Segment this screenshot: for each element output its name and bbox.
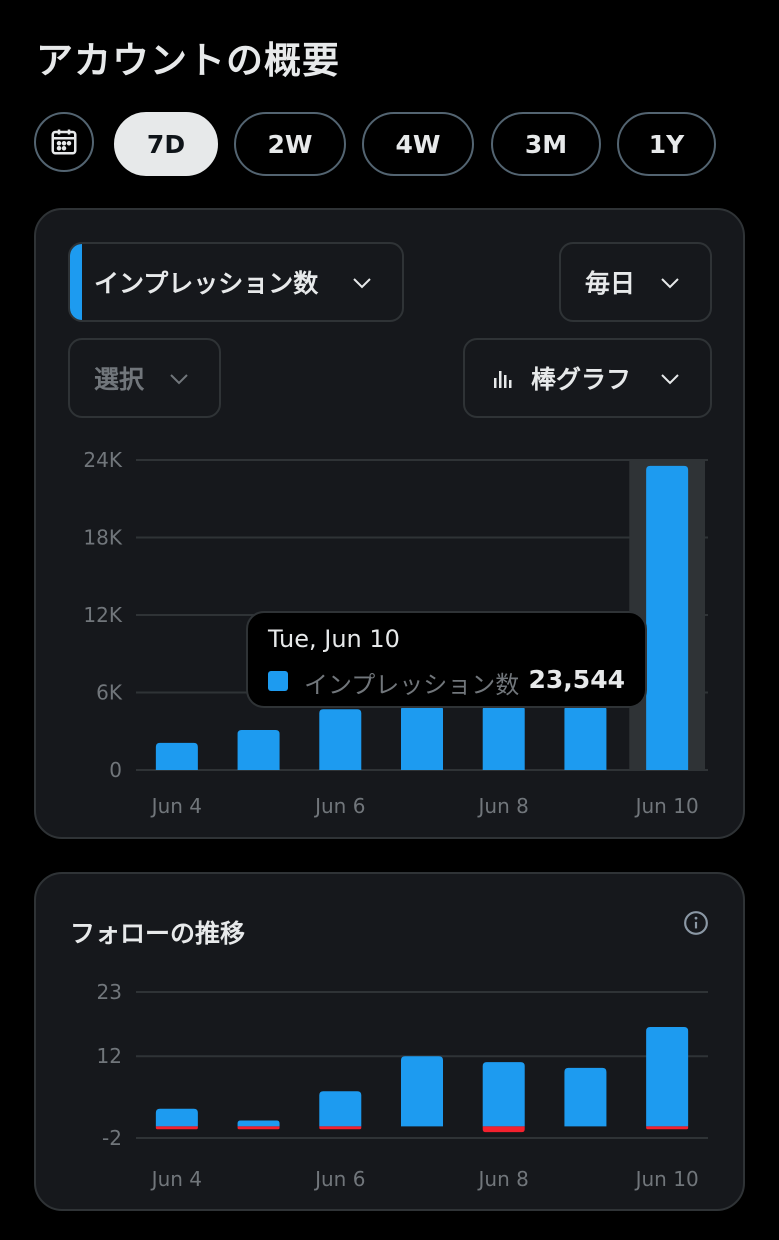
bar: [564, 1067, 607, 1127]
bar: [646, 465, 689, 770]
follows-bar-chart: -2 12 23 Jun 4 Jun 6 Jun 8 Jun 10: [97, 980, 708, 1191]
x-tick-label: Jun 4: [150, 1167, 202, 1191]
bar: [155, 1108, 198, 1127]
range-1y-button[interactable]: 1Y: [617, 112, 716, 176]
range-2w-button[interactable]: 2W: [234, 112, 346, 176]
x-tick-label: Jun 6: [313, 1167, 365, 1191]
bar: [482, 705, 525, 770]
calendar-icon: [51, 129, 77, 155]
bar: [237, 729, 280, 770]
x-tick-label: Jun 4: [150, 794, 202, 818]
y-tick-label: -2: [102, 1126, 122, 1150]
tooltip-series-label: インプレッション数: [304, 671, 520, 699]
bar: [482, 1062, 525, 1127]
bar: [319, 709, 362, 770]
tooltip-value: 23,544: [528, 665, 625, 694]
bar: [564, 705, 607, 770]
y-tick-label: 18K: [83, 526, 122, 550]
bar: [646, 1027, 689, 1127]
bar-negative: [646, 1126, 689, 1130]
page-title: アカウントの概要: [36, 39, 340, 82]
range-7d-button[interactable]: 7D: [114, 112, 218, 176]
x-tick-label: Jun 8: [477, 1167, 529, 1191]
bar-negative: [319, 1126, 362, 1130]
x-tick-label: Jun 10: [634, 794, 699, 818]
bar: [401, 1056, 443, 1127]
chart-tooltip: Tue, Jun 10 インプレッション数 23,544: [246, 611, 647, 708]
y-tick-label: 12K: [83, 603, 122, 627]
bar-negative: [237, 1126, 280, 1130]
follows-card: フォローの推移 -2 12 23 Jun 4 Jun 6 Jun 8 Jun 10: [34, 872, 745, 1211]
bar-negative: [155, 1126, 198, 1130]
y-tick-label: 24K: [83, 448, 122, 472]
x-tick-label: Jun 6: [313, 794, 365, 818]
tooltip-date: Tue, Jun 10: [268, 625, 400, 653]
y-tick-label: 6K: [96, 681, 123, 705]
y-tick-label: 0: [109, 758, 122, 782]
bar: [237, 1120, 280, 1127]
bar: [401, 705, 443, 770]
impressions-card: インプレッション数 毎日 選択 棒グラフ 0 6K 12K 18K 24K Jun 4 Ju…: [34, 208, 745, 839]
range-4w-button[interactable]: 4W: [362, 112, 474, 176]
x-tick-label: Jun 10: [634, 1167, 699, 1191]
x-tick-label: Jun 8: [477, 794, 529, 818]
y-tick-label: 12: [97, 1044, 122, 1068]
calendar-button[interactable]: [34, 112, 94, 172]
bar: [319, 1091, 362, 1127]
y-tick-label: 23: [97, 980, 122, 1004]
bar-negative: [482, 1126, 525, 1133]
bar: [155, 742, 198, 770]
impressions-bar-chart: 0 6K 12K 18K 24K Jun 4 Jun 6 Jun 8 Jun 10: [83, 448, 708, 818]
range-3m-button[interactable]: 3M: [491, 112, 601, 176]
tooltip-series-swatch: [268, 671, 288, 691]
